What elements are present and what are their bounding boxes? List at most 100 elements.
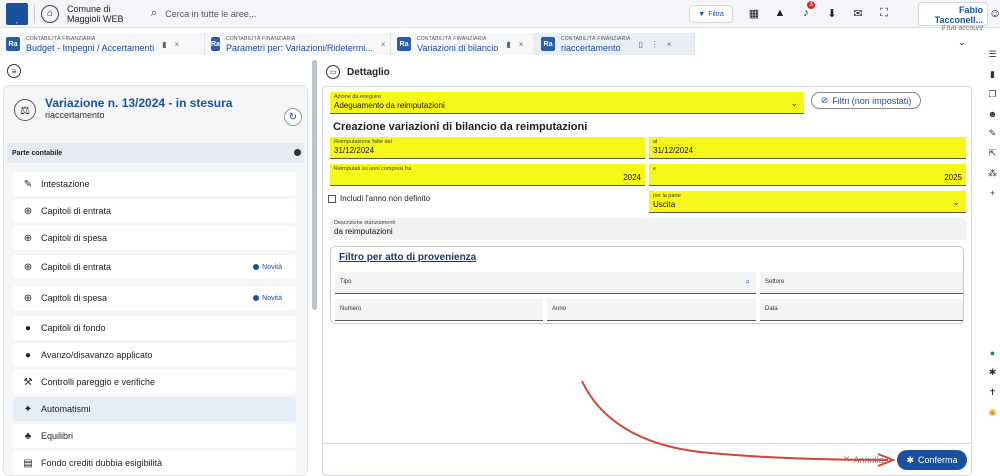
grid-icon[interactable]: ▦: [745, 4, 763, 22]
menu-item-capitoli-entrata[interactable]: ⊕ Capitoli di entrata: [13, 199, 296, 223]
menu-item-automatismi[interactable]: ✦ Automatismi: [13, 397, 296, 421]
anni-a-field[interactable]: e 2025: [649, 164, 966, 186]
menu-item-label: Avanzo/disavanzo applicato: [41, 350, 153, 360]
anni-da-field[interactable]: Reimputati su anni compresi fra 2024: [330, 164, 645, 186]
list-icon[interactable]: ☰: [988, 49, 996, 60]
chevron-down-icon[interactable]: ⌄: [958, 37, 966, 48]
menu-item-capitoli-fondo[interactable]: ● Capitoli di fondo: [13, 316, 296, 340]
menu-item-controlli[interactable]: ⚒ Controlli pareggio e verifiche: [13, 370, 296, 394]
close-icon[interactable]: ×: [667, 40, 672, 49]
users-icon[interactable]: ☻: [988, 109, 997, 119]
menu-item-label: Automatismi: [41, 404, 91, 414]
menu-item-label: Fondo crediti dubbia esigibilità: [41, 458, 163, 468]
numero-field[interactable]: Numero: [335, 299, 543, 321]
menu-item-capitoli-spesa-new[interactable]: ⊕ Capitoli di spesa Novità: [13, 286, 296, 310]
map-pin-icon[interactable]: ●: [990, 348, 995, 358]
user-icon[interactable]: ☺: [989, 6, 1000, 20]
menu-icon[interactable]: ≡: [7, 64, 21, 78]
copy-icon[interactable]: ❐: [988, 89, 996, 100]
tab-variazioni[interactable]: Ra CONTABILITÀ FINANZIARIA Variazioni di …: [391, 33, 535, 55]
ra-app-icon: Ra: [397, 37, 411, 51]
plus-icon[interactable]: +: [990, 188, 995, 198]
menu-item-intestazione[interactable]: ✎ Intestazione: [13, 172, 296, 196]
bell-icon[interactable]: ♪ 3: [797, 1, 815, 22]
close-icon[interactable]: ×: [519, 40, 524, 49]
section-header[interactable]: Parte contabile: [7, 143, 304, 163]
conferma-button[interactable]: ✱ Conferma: [897, 450, 967, 470]
user-name: Fabio Tacconell...: [934, 5, 983, 25]
collapse-icon[interactable]: [294, 149, 301, 156]
includi-anno-checkbox[interactable]: Includi l'anno non definito: [328, 194, 430, 203]
field-value: da reimputazioni: [334, 227, 393, 236]
export-icon[interactable]: ⇱: [989, 148, 997, 159]
tools-icon[interactable]: ✎: [989, 128, 997, 139]
checkbox[interactable]: [328, 194, 336, 203]
menu-item-fcde[interactable]: ▤ Fondo crediti dubbia esigibilità: [13, 451, 296, 475]
menu-item-label: Capitoli di entrata: [41, 262, 112, 272]
menu-item-equilibri[interactable]: ♣ Equilibri: [13, 424, 296, 448]
tipo-field[interactable]: Tipo ⌕: [335, 272, 756, 294]
data-field[interactable]: Data: [760, 299, 963, 321]
tab-title: Parametri per: Variazioni/Ridetermi...: [225, 43, 373, 53]
tab-riaccertamento[interactable]: Ra CONTABILITÀ FINANZIARIA riaccertamento…: [535, 33, 695, 55]
menu-item-label: Capitoli di spesa: [41, 233, 108, 243]
notification-badge: 3: [807, 1, 815, 9]
arrow-up-circle-icon: ⊕: [23, 292, 33, 304]
close-icon: ✕: [843, 454, 851, 464]
maggioli-logo: ▪: [6, 2, 28, 25]
network-icon[interactable]: ⁂: [988, 168, 997, 179]
bookmark-icon[interactable]: ▮: [506, 40, 510, 49]
field-label: Reimputazione fatte dal: [334, 139, 392, 145]
search-input[interactable]: Cerca in tutte le aree...: [165, 9, 256, 19]
accessibility-icon[interactable]: ✝: [989, 387, 997, 398]
parte-select[interactable]: per la parte Uscita ⌄: [649, 191, 966, 213]
bookmark-icon[interactable]: ▮: [162, 40, 166, 49]
arrow-down-circle-icon: ⊕: [23, 205, 33, 217]
field-label: Numero: [340, 306, 362, 312]
magic-wand-icon: ✦: [23, 403, 33, 415]
download-icon[interactable]: ⬇: [823, 4, 841, 22]
annulla-button[interactable]: ✕ Annulla: [843, 454, 884, 465]
close-icon[interactable]: ×: [174, 40, 179, 49]
divider: [34, 4, 35, 23]
anno-field[interactable]: Anno: [547, 299, 756, 321]
close-icon[interactable]: ×: [381, 40, 386, 49]
bookmark-outline-icon[interactable]: ▯: [639, 40, 643, 49]
tab-budget[interactable]: Ra CONTABILITÀ FINANZIARIA Budget - Impeg…: [0, 33, 205, 55]
settore-field[interactable]: Settore: [760, 272, 963, 294]
bookmark-icon[interactable]: ▮: [990, 69, 995, 80]
tab-parametri[interactable]: Ra CONTABILITÀ FINANZIARIA Parametri per:…: [205, 33, 391, 55]
menu-item-avanzo[interactable]: ● Avanzo/disavanzo applicato: [13, 343, 296, 367]
gear-icon: ✱: [906, 454, 915, 465]
fullscreen-icon[interactable]: ⛶: [875, 4, 893, 22]
menu-item-label: Capitoli di fondo: [41, 323, 106, 333]
settings-icon[interactable]: ✱: [989, 367, 997, 378]
help-icon[interactable]: ◉: [989, 407, 997, 418]
search-icon[interactable]: ⌕: [746, 277, 750, 287]
novita-badge: Novità: [253, 264, 282, 271]
reimputazione-dal-field[interactable]: Reimputazione fatte dal 31/12/2024: [330, 137, 645, 159]
field-label: Descrizione stanziamenti: [334, 220, 396, 226]
menu-item-capitoli-spesa[interactable]: ⊕ Capitoli di spesa: [13, 226, 296, 250]
form-heading: Creazione variazioni di bilancio da reim…: [333, 121, 588, 133]
warning-icon[interactable]: ▲: [771, 4, 789, 22]
global-search[interactable]: ⌕ Cerca in tutte le aree...: [151, 4, 651, 24]
pencil-icon: ✎: [23, 178, 33, 190]
filter-button[interactable]: ▼ Filtra: [689, 5, 733, 23]
menu-item-label: Capitoli di entrata: [41, 206, 112, 216]
user-account-button[interactable]: Fabio Tacconell... Il tuo account: [918, 2, 988, 32]
menu-item-label: Equilibri: [41, 431, 74, 441]
menu-item-capitoli-entrata-new[interactable]: ⊕ Capitoli di entrata Novità: [13, 255, 296, 279]
panel-scrollbar[interactable]: [312, 60, 317, 310]
descrizione-field[interactable]: Descrizione stanziamenti da reimputazion…: [330, 218, 966, 240]
field-label: per la parte: [653, 193, 681, 199]
more-icon[interactable]: ⋮: [651, 40, 659, 49]
badge-label: Novità: [262, 294, 282, 302]
filters-button[interactable]: ⊘ Filtri (non impostati): [811, 92, 921, 109]
refresh-button[interactable]: ↻: [284, 108, 302, 126]
mail-icon[interactable]: ✉: [849, 4, 867, 22]
chevron-down-icon: ⌄: [952, 197, 960, 207]
azione-select[interactable]: Azione da eseguire Adeguamento da reimpu…: [330, 92, 804, 114]
reimputazione-al-field[interactable]: al 31/12/2024: [649, 137, 966, 159]
field-value: Adeguamento da reimputazioni: [334, 101, 445, 110]
